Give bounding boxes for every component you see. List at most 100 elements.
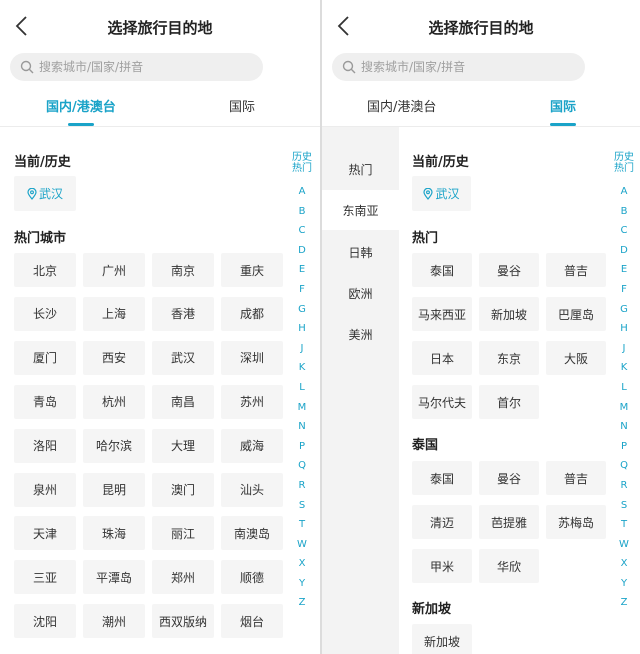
city-chip[interactable]: 昆明	[83, 472, 145, 507]
destination-chip[interactable]: 巴厘岛	[546, 297, 606, 331]
city-chip[interactable]: 重庆	[221, 253, 283, 287]
city-chip[interactable]: 厦门	[14, 340, 76, 375]
sidebar-item-europe[interactable]: 欧洲	[322, 273, 399, 313]
city-chip[interactable]: 汕头	[221, 472, 283, 507]
sidebar-item-hot[interactable]: 热门	[322, 149, 399, 189]
index-letter[interactable]: S	[612, 496, 636, 516]
index-letter[interactable]: Y	[612, 574, 636, 594]
destination-chip[interactable]: 普吉	[546, 253, 606, 287]
city-chip[interactable]: 丽江	[152, 516, 214, 551]
city-chip[interactable]: 泉州	[14, 472, 76, 507]
index-letter[interactable]: H	[612, 319, 636, 339]
index-letter[interactable]: W	[290, 535, 314, 555]
index-letter[interactable]: C	[290, 221, 314, 241]
index-letter[interactable]: Z	[612, 593, 636, 613]
index-history[interactable]: 历史	[612, 152, 636, 163]
city-chip[interactable]: 珠海	[83, 516, 145, 551]
index-hot[interactable]: 热门	[612, 163, 636, 174]
city-chip[interactable]: 杭州	[83, 384, 145, 419]
city-chip[interactable]: 成都	[221, 296, 283, 331]
search-bar[interactable]	[10, 53, 263, 81]
city-chip[interactable]: 武汉	[152, 340, 214, 375]
tab-international[interactable]: 国际	[229, 96, 255, 115]
index-letter[interactable]: D	[290, 241, 314, 261]
destination-chip[interactable]: 首尔	[479, 385, 539, 419]
city-chip[interactable]: 天津	[14, 516, 76, 551]
city-chip[interactable]: 顺德	[221, 560, 283, 595]
city-chip[interactable]: 南京	[152, 253, 214, 287]
index-letter[interactable]: B	[290, 202, 314, 222]
destination-chip[interactable]: 日本	[412, 341, 472, 375]
destination-chip[interactable]: 曼谷	[479, 461, 539, 495]
city-chip[interactable]: 郑州	[152, 560, 214, 595]
city-chip[interactable]: 大理	[152, 428, 214, 463]
index-letter[interactable]: Q	[290, 456, 314, 476]
city-chip[interactable]: 北京	[14, 253, 76, 287]
index-letter[interactable]: T	[290, 515, 314, 535]
index-letter[interactable]: Q	[612, 456, 636, 476]
index-letter[interactable]: D	[612, 241, 636, 261]
destination-chip[interactable]: 泰国	[412, 461, 472, 495]
index-letter[interactable]: A	[290, 182, 314, 202]
city-chip[interactable]: 长沙	[14, 296, 76, 331]
index-letter[interactable]: G	[612, 300, 636, 320]
city-chip[interactable]: 平潭岛	[83, 560, 145, 595]
city-chip[interactable]: 潮州	[83, 604, 145, 639]
city-chip[interactable]: 澳门	[152, 472, 214, 507]
index-history[interactable]: 历史	[290, 152, 314, 163]
destination-chip[interactable]: 普吉	[546, 461, 606, 495]
index-letter[interactable]: J	[612, 339, 636, 359]
index-letter[interactable]: M	[612, 398, 636, 418]
city-chip[interactable]: 西安	[83, 340, 145, 375]
index-letter[interactable]: F	[290, 280, 314, 300]
search-input[interactable]	[361, 60, 561, 74]
index-letter[interactable]: P	[612, 437, 636, 457]
destination-chip[interactable]: 苏梅岛	[546, 505, 606, 539]
destination-chip[interactable]: 新加坡	[412, 624, 472, 654]
current-city-chip[interactable]: 武汉	[412, 176, 471, 211]
destination-chip[interactable]: 清迈	[412, 505, 472, 539]
destination-chip[interactable]: 甲米	[412, 549, 472, 583]
sidebar-item-americas[interactable]: 美洲	[322, 314, 399, 354]
index-letter[interactable]: N	[612, 417, 636, 437]
city-chip[interactable]: 烟台	[221, 604, 283, 639]
destination-chip[interactable]: 芭提雅	[479, 505, 539, 539]
index-letter[interactable]: L	[612, 378, 636, 398]
index-letter[interactable]: E	[612, 260, 636, 280]
index-letter[interactable]: C	[612, 221, 636, 241]
city-chip[interactable]: 香港	[152, 296, 214, 331]
city-chip[interactable]: 南昌	[152, 384, 214, 419]
index-letter[interactable]: Z	[290, 593, 314, 613]
index-letter[interactable]: R	[290, 476, 314, 496]
index-letter[interactable]: S	[290, 496, 314, 516]
index-letter[interactable]: F	[612, 280, 636, 300]
index-letter[interactable]: K	[290, 358, 314, 378]
index-letter[interactable]: X	[290, 554, 314, 574]
destination-chip[interactable]: 马尔代夫	[412, 385, 472, 419]
city-chip[interactable]: 三亚	[14, 560, 76, 595]
index-letter[interactable]: X	[612, 554, 636, 574]
city-chip[interactable]: 深圳	[221, 340, 283, 375]
city-chip[interactable]: 哈尔滨	[83, 428, 145, 463]
tab-domestic[interactable]: 国内/港澳台	[46, 96, 116, 126]
index-letter[interactable]: Y	[290, 574, 314, 594]
city-chip[interactable]: 青岛	[14, 384, 76, 419]
destination-chip[interactable]: 新加坡	[479, 297, 539, 331]
sidebar-item-japan-korea[interactable]: 日韩	[322, 232, 399, 272]
destination-chip[interactable]: 曼谷	[479, 253, 539, 287]
index-letter[interactable]: B	[612, 202, 636, 222]
destination-chip[interactable]: 泰国	[412, 253, 472, 287]
search-bar[interactable]	[332, 53, 585, 81]
index-letter[interactable]: E	[290, 260, 314, 280]
destination-chip[interactable]: 华欣	[479, 549, 539, 583]
destination-chip[interactable]: 东京	[479, 341, 539, 375]
sidebar-item-southeast-asia[interactable]: 东南亚	[322, 190, 399, 230]
index-hot[interactable]: 热门	[290, 163, 314, 174]
tab-domestic[interactable]: 国内/港澳台	[367, 96, 436, 115]
index-letter[interactable]: K	[612, 358, 636, 378]
tab-international[interactable]: 国际	[550, 96, 576, 126]
city-chip[interactable]: 上海	[83, 296, 145, 331]
city-chip[interactable]: 西双版纳	[152, 604, 214, 639]
index-letter[interactable]: J	[290, 339, 314, 359]
city-chip[interactable]: 威海	[221, 428, 283, 463]
